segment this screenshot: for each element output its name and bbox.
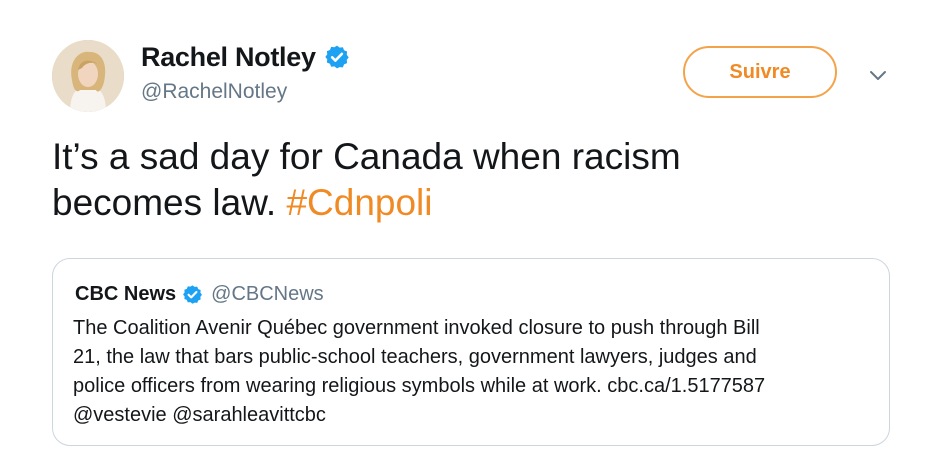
quoted-author-handle: @CBCNews <box>211 282 324 305</box>
verified-badge-icon <box>183 284 203 304</box>
quoted-tweet-header: CBC News @CBCNews <box>75 281 324 307</box>
quoted-tweet-text: The Coalition Avenir Québec government i… <box>73 314 863 430</box>
avatar-image <box>52 40 124 112</box>
quoted-text-line: @vestevie @sarahleavittcbc <box>73 404 326 426</box>
quoted-text-line: The Coalition Avenir Québec government i… <box>73 317 760 339</box>
chevron-down-icon[interactable] <box>866 66 890 86</box>
author-handle[interactable]: @RachelNotley <box>141 80 287 104</box>
tweet-text-segment: becomes law. <box>52 182 277 223</box>
avatar[interactable] <box>52 40 124 112</box>
author-name-row: Rachel Notley <box>141 40 350 74</box>
author-display-name[interactable]: Rachel Notley <box>141 42 316 73</box>
quoted-tweet[interactable]: CBC News @CBCNews The Coalition Avenir Q… <box>52 258 890 446</box>
hashtag-link[interactable]: #Cdnpoli <box>286 182 432 223</box>
quoted-text-line: 21, the law that bars public-school teac… <box>73 346 757 368</box>
quoted-text-line: police officers from wearing religious s… <box>73 375 766 397</box>
verified-badge-icon <box>324 45 349 69</box>
tweet-text-line: It’s a sad day for Canada when racism <box>52 136 681 177</box>
quoted-author-name: CBC News <box>75 282 177 305</box>
follow-button[interactable]: Suivre <box>683 46 837 98</box>
tweet-text: It’s a sad day for Canada when racism be… <box>52 134 912 226</box>
tweet-text-line: becomes law. #Cdnpoli <box>52 180 912 226</box>
tweet-card: Rachel Notley @RachelNotley Suivre It’s … <box>0 0 952 460</box>
